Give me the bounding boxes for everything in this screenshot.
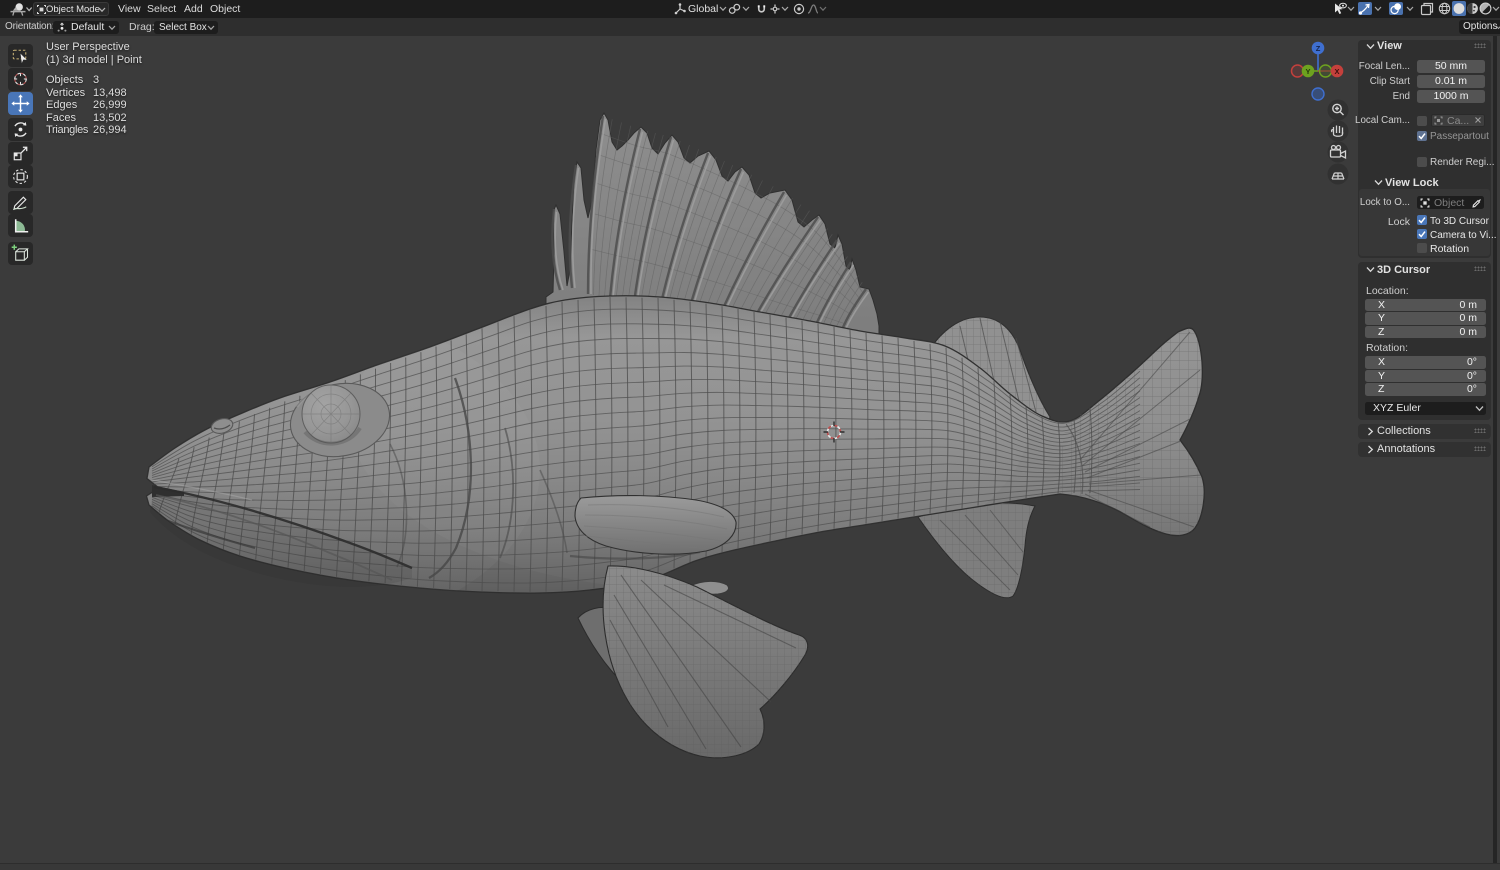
svg-text:Y: Y	[1305, 67, 1310, 76]
svg-text:X: X	[1334, 67, 1339, 76]
svg-text:Z: Z	[1316, 44, 1321, 53]
